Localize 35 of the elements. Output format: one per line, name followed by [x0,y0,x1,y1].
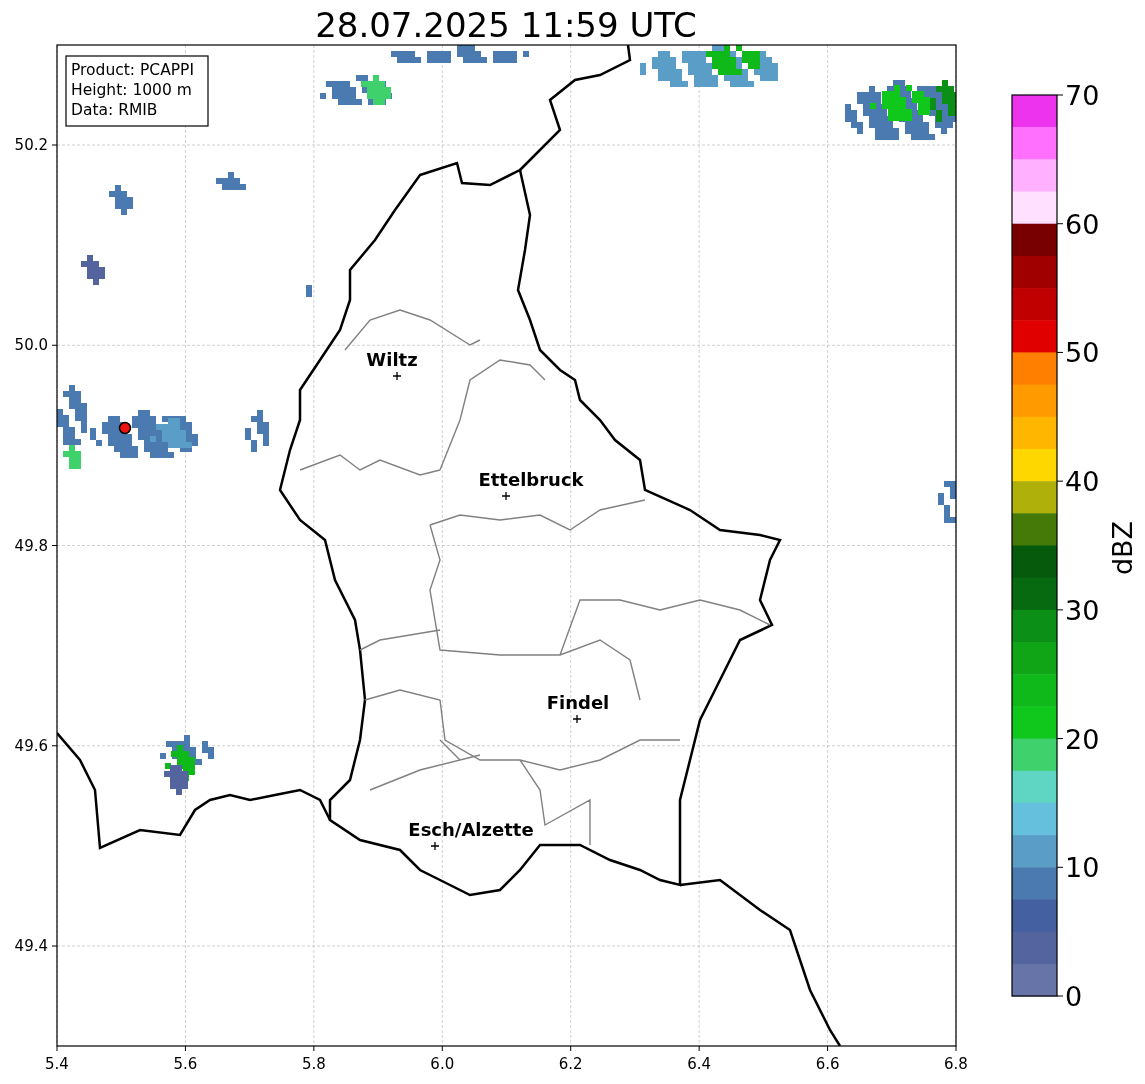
axis-tick-label: 6.2 [558,1055,583,1073]
axis-tick-label: 6.4 [687,1055,712,1073]
axis-tick-label: 49.4 [14,937,48,955]
colorbar-tick-label: 50 [1065,337,1100,369]
info-text: Height: 1000 m [71,81,192,99]
axis-tick-label: 5.8 [301,1055,326,1073]
axis-tick-label: 6.6 [815,1055,840,1073]
info-text: Product: PCAPPI [71,61,195,79]
colorbar-tick-label: 10 [1065,852,1100,884]
city-marker [392,371,402,381]
colorbar-label: dBZ [1107,520,1138,576]
city-marker [572,714,582,724]
colorbar-tick-label: 60 [1065,208,1100,240]
city-label: Findel [546,692,610,713]
info-text: Data: RMIB [71,101,158,119]
city-label: Esch/Alzette [408,819,534,840]
axis-tick-label: 50.2 [14,136,48,154]
axis-tick-label: 6.8 [944,1055,968,1073]
axis-tick-label: 5.4 [45,1055,69,1073]
axis-tick-label: 49.8 [14,536,48,555]
axis-tick-label: 5.6 [173,1055,198,1073]
city-label: Ettelbruck [478,469,584,490]
axis-tick-label: 6.0 [430,1055,455,1073]
axis-tick-label: 50.0 [14,336,48,355]
colorbar-tick-label: 70 [1065,80,1100,111]
colorbar-tick-label: 0 [1065,981,1083,1012]
city-marker [501,491,511,501]
axis-tick-label: 49.6 [14,736,48,755]
colorbar-tick-label: 30 [1065,594,1100,626]
radar-site-marker [118,421,132,435]
colorbar-tick-label: 20 [1065,723,1100,755]
city-label: Wiltz [366,349,418,370]
chart-title: 28.07.2025 11:59 UTC [315,5,697,45]
colorbar-tick-label: 40 [1065,466,1100,498]
city-marker [430,841,440,851]
